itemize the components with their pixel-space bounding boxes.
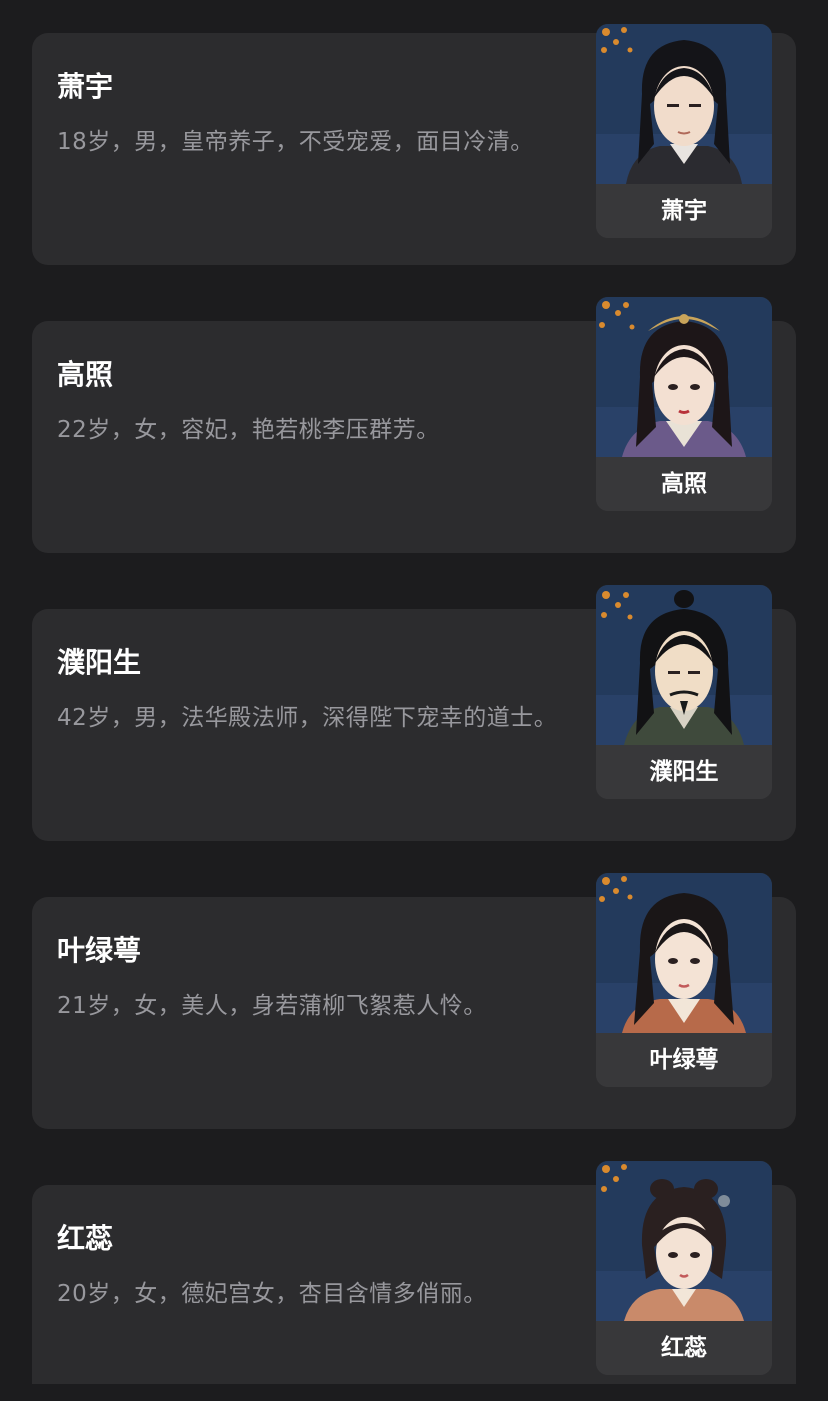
character-name: 叶绿萼 [57,934,142,967]
portrait-label: 高照 [596,457,772,511]
portrait-label: 萧宇 [596,184,772,238]
portrait-label: 叶绿萼 [596,1033,772,1087]
beauty-portrait [596,873,772,1033]
character-list: 萧宇 18岁，男，皇帝养子，不受宠爱，面目冷清。 萧宇 高照 22岁，女，容妃，… [0,0,828,1384]
character-portrait[interactable]: 叶绿萼 [596,873,772,1087]
palace-maid-portrait [596,1161,772,1321]
character-name: 濮阳生 [57,646,142,679]
portrait-label: 濮阳生 [596,745,772,799]
character-portrait[interactable]: 高照 [596,297,772,511]
character-portrait[interactable]: 红蕊 [596,1161,772,1375]
consort-portrait [596,297,772,457]
character-description: 42岁，男，法华殿法师，深得陛下宠幸的道士。 [57,705,558,731]
character-description: 21岁，女，美人，身若蒲柳飞絮惹人怜。 [57,993,487,1019]
bottom-edge [0,1384,828,1401]
young-man-portrait [596,24,772,184]
character-description: 20岁，女，德妃宫女，杏目含情多俏丽。 [57,1281,487,1307]
taoist-priest-portrait [596,585,772,745]
character-description: 18岁，男，皇帝养子，不受宠爱，面目冷清。 [57,129,534,155]
character-portrait[interactable]: 萧宇 [596,24,772,238]
character-name: 红蕊 [57,1222,114,1255]
character-portrait[interactable]: 濮阳生 [596,585,772,799]
portrait-label: 红蕊 [596,1321,772,1375]
character-name: 萧宇 [57,70,114,103]
character-name: 高照 [57,358,114,391]
character-description: 22岁，女，容妃，艳若桃李压群芳。 [57,417,440,443]
